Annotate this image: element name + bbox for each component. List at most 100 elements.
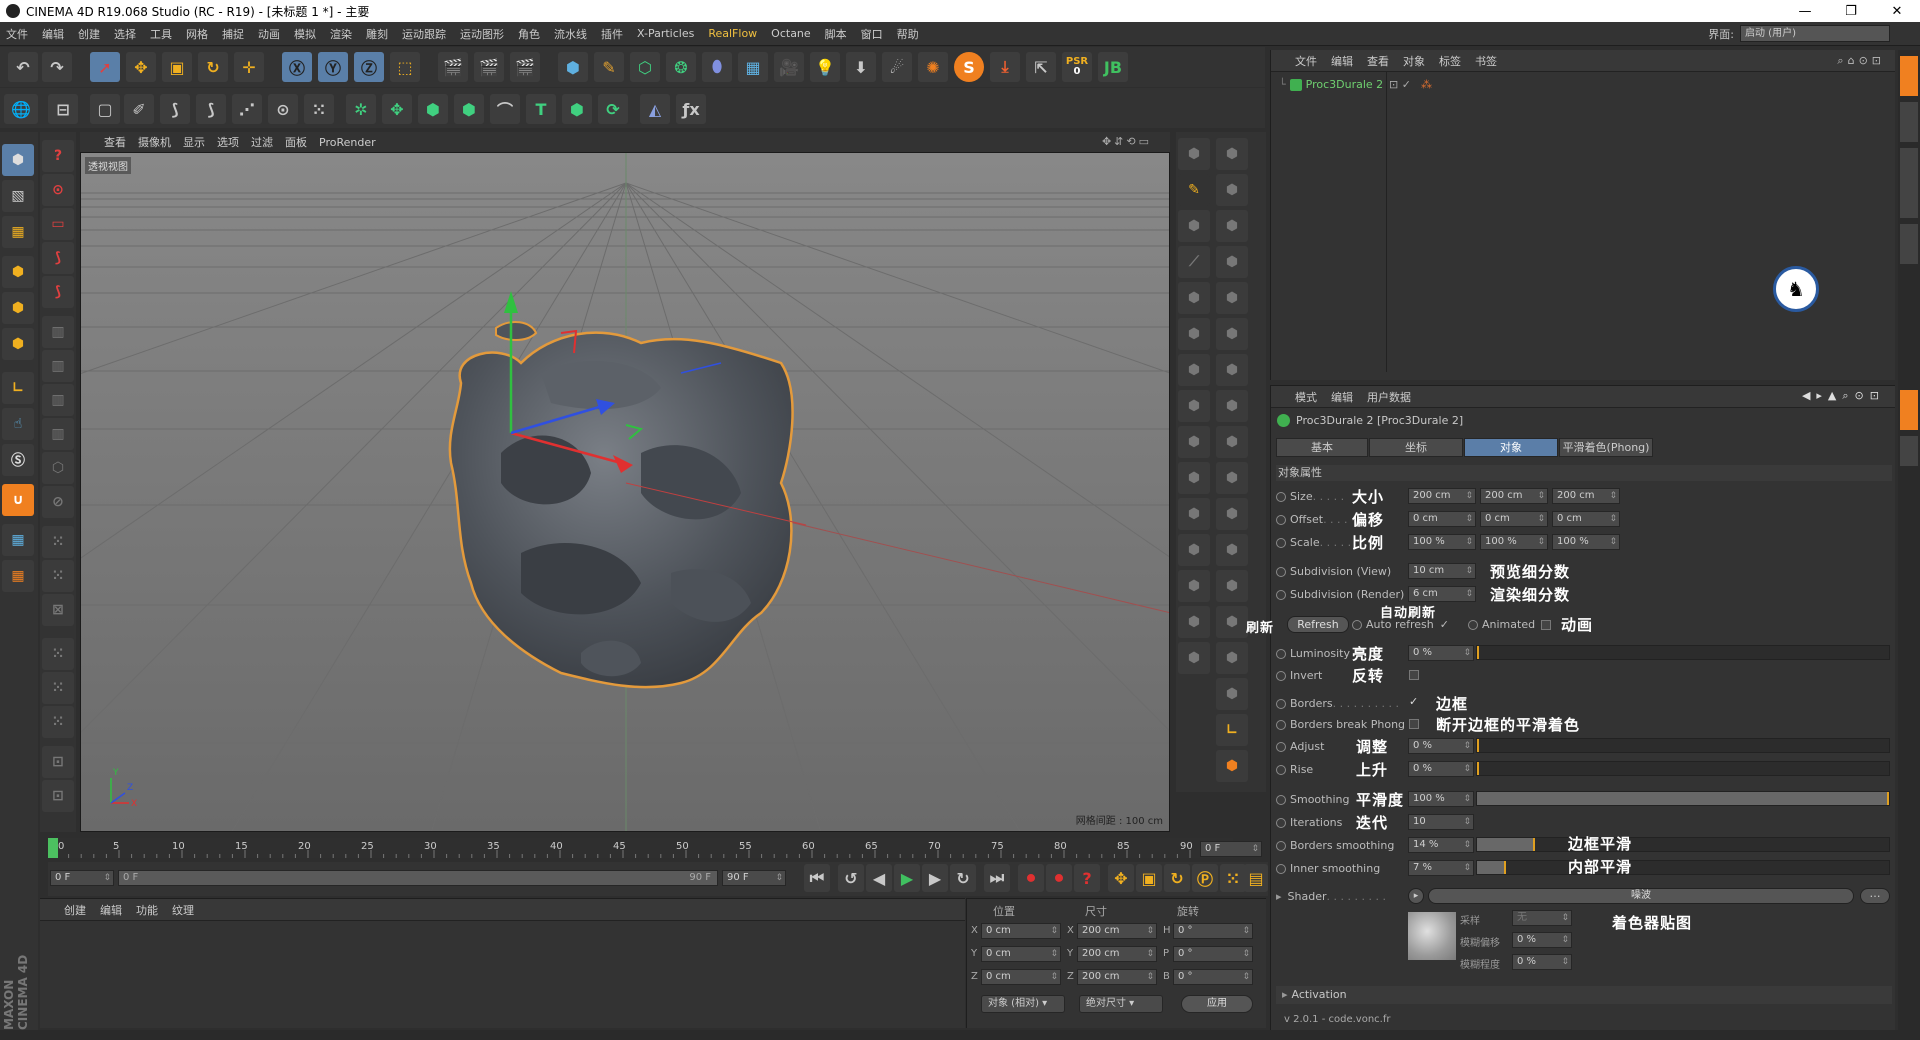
- iron-icon[interactable]: ⁙: [42, 638, 74, 670]
- close-button[interactable]: ✕: [1874, 0, 1920, 22]
- invert-checkbox[interactable]: [1409, 670, 1419, 680]
- brush-icon[interactable]: ✐: [124, 94, 154, 124]
- polygon-select-icon[interactable]: ⟆: [42, 242, 74, 274]
- next-frame-icon[interactable]: ▶: [922, 864, 948, 892]
- mograph-fracture-icon[interactable]: ⬢: [418, 94, 448, 124]
- extrude-icon[interactable]: ▥: [42, 350, 74, 382]
- luminosity-field[interactable]: 0 %: [1408, 645, 1474, 661]
- tracer-icon[interactable]: ⌒: [490, 94, 520, 124]
- ring-select-icon[interactable]: ⊙: [268, 94, 298, 124]
- rise-slider[interactable]: [1476, 761, 1890, 776]
- proc3durale-object[interactable]: [448, 321, 794, 689]
- strip-icon-23[interactable]: ⬢: [1216, 534, 1248, 566]
- undo-icon[interactable]: ↶: [8, 52, 38, 82]
- auto-refresh-check[interactable]: ✓: [1440, 618, 1449, 631]
- strip-icon-26[interactable]: ⬢: [1178, 606, 1210, 638]
- lock-workplane-icon[interactable]: ▦: [2, 524, 34, 556]
- om-menu-edit[interactable]: 编辑: [1331, 53, 1353, 69]
- coord-pos-z-field[interactable]: 0 cm: [981, 969, 1061, 985]
- minimize-button[interactable]: —: [1782, 0, 1828, 22]
- om-menu-view[interactable]: 查看: [1367, 53, 1389, 69]
- psr-icon[interactable]: PSR 0: [1062, 52, 1092, 82]
- invert-radio[interactable]: [1276, 670, 1286, 681]
- mograph-instance-icon[interactable]: ⬢: [562, 94, 592, 124]
- menu-select[interactable]: 选择: [114, 26, 136, 42]
- coord-size-x-field[interactable]: 200 cm: [1077, 923, 1157, 939]
- mat-menu-texture[interactable]: 纹理: [172, 902, 194, 918]
- coord-rot-b-field[interactable]: 0 °: [1173, 969, 1253, 985]
- menu-edit[interactable]: 编辑: [42, 26, 64, 42]
- viewport-menu-view[interactable]: 查看: [104, 134, 126, 150]
- menu-realflow[interactable]: RealFlow: [708, 27, 757, 40]
- strip-icon-20[interactable]: ⬢: [1178, 498, 1210, 530]
- side-tab-attributes[interactable]: [1900, 390, 1918, 430]
- key-rotation-icon[interactable]: ↻: [1164, 864, 1190, 892]
- drop-icon[interactable]: ⤓: [990, 52, 1020, 82]
- shader-arrow-button[interactable]: ▸: [1408, 888, 1424, 904]
- borders-break-phong-checkbox[interactable]: [1409, 719, 1419, 729]
- menu-simulate[interactable]: 模拟: [294, 26, 316, 42]
- edge-cut-icon[interactable]: ⊡: [42, 746, 74, 778]
- lasso-select-icon[interactable]: ▭: [42, 208, 74, 240]
- playhead[interactable]: [48, 838, 58, 858]
- om-menu-tags[interactable]: 标签: [1439, 53, 1461, 69]
- strip-icon-1[interactable]: ⬢: [1178, 138, 1210, 170]
- stitch-icon[interactable]: ⁙: [42, 560, 74, 592]
- pen-spline-icon[interactable]: ✎: [594, 52, 624, 82]
- scale-anim-radio[interactable]: [1276, 537, 1286, 548]
- snap-icon[interactable]: Ⓢ: [2, 444, 34, 476]
- blur-strength-field[interactable]: 0 %: [1512, 954, 1572, 970]
- tab-basic[interactable]: 基本: [1276, 438, 1368, 457]
- offset-anim-radio[interactable]: [1276, 514, 1286, 525]
- strip-icon-7[interactable]: ⬢: [1216, 246, 1248, 278]
- strip-icon-28[interactable]: ⬢: [1178, 642, 1210, 674]
- size-mode-select[interactable]: 绝对尺寸 ▾: [1079, 995, 1163, 1013]
- mograph-cloner-icon[interactable]: ✲: [346, 94, 376, 124]
- strip-icon-18[interactable]: ⬢: [1178, 462, 1210, 494]
- strip-icon-21[interactable]: ⬢: [1216, 498, 1248, 530]
- go-to-end-icon[interactable]: ⏭: [984, 864, 1010, 892]
- render-picture-viewer-icon[interactable]: 🎬: [474, 52, 504, 82]
- cube-object-icon[interactable]: ⬢: [558, 52, 588, 82]
- adjust-radio[interactable]: [1276, 741, 1286, 752]
- auto-refresh-radio[interactable]: [1352, 619, 1362, 630]
- inner-smoothing-slider[interactable]: [1476, 860, 1890, 875]
- size-anim-radio[interactable]: [1276, 491, 1286, 502]
- strip-icon-25[interactable]: ⬢: [1216, 570, 1248, 602]
- shader-expand-icon[interactable]: ▸: [1276, 890, 1282, 903]
- side-tab-structure[interactable]: [1900, 224, 1918, 264]
- menu-help[interactable]: 帮助: [897, 26, 919, 42]
- subdiv-view-field[interactable]: 10 cm: [1408, 563, 1476, 579]
- menu-character[interactable]: 角色: [518, 26, 540, 42]
- menu-octane[interactable]: Octane: [771, 27, 811, 40]
- mospline-icon[interactable]: ⟳: [598, 94, 628, 124]
- strip-icon-3[interactable]: ⬢: [1216, 174, 1248, 206]
- scale-x-field[interactable]: 100 %: [1408, 534, 1476, 550]
- size-y-field[interactable]: 200 cm: [1480, 488, 1548, 504]
- viewport-menu-panel[interactable]: 面板: [285, 134, 307, 150]
- strip-icon-2[interactable]: ⬢: [1216, 138, 1248, 170]
- strip-icon-10[interactable]: ⬢: [1178, 318, 1210, 350]
- viewport-menu-options[interactable]: 选项: [217, 134, 239, 150]
- download-icon[interactable]: ⬇: [846, 52, 876, 82]
- strip-paint-icon[interactable]: ✎: [1178, 174, 1210, 206]
- key-position-icon[interactable]: ✥: [1108, 864, 1134, 892]
- strip-icon-13[interactable]: ⬢: [1216, 354, 1248, 386]
- animated-radio[interactable]: [1468, 619, 1478, 630]
- menu-snap[interactable]: 捕捉: [222, 26, 244, 42]
- next-key-icon[interactable]: ↻: [950, 864, 976, 892]
- motext-icon[interactable]: T: [526, 94, 556, 124]
- key-param-icon[interactable]: Ⓟ: [1192, 864, 1218, 892]
- floor-icon[interactable]: ▦: [738, 52, 768, 82]
- borders-smoothing-field[interactable]: 14 %: [1408, 837, 1474, 853]
- key-scale-icon[interactable]: ▣: [1136, 864, 1162, 892]
- offset-z-field[interactable]: 0 cm: [1552, 511, 1620, 527]
- menu-sculpt[interactable]: 雕刻: [366, 26, 388, 42]
- borders-smoothing-radio[interactable]: [1276, 840, 1286, 851]
- weld-icon[interactable]: ⁙: [42, 526, 74, 558]
- om-toolbar-icons[interactable]: ⌕⌂⊙⊡: [1837, 54, 1885, 68]
- timeline-ruler[interactable]: 0 5 10 15 20 25 30 35 40 45 50 55 60 65 …: [48, 838, 1233, 858]
- grid-select-icon[interactable]: ⁙: [304, 94, 334, 124]
- deformer-icon[interactable]: ⬮: [702, 52, 732, 82]
- borders-break-phong-radio[interactable]: [1276, 719, 1286, 730]
